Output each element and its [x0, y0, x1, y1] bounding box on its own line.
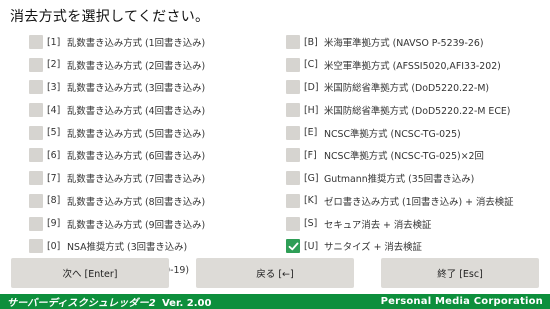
company-name: Personal Media Corporation [380, 296, 543, 307]
option-b[interactable]: [B] 米海軍準拠方式 (NAVSO P-5239-26) [286, 31, 546, 53]
option-label: ゼロ書き込み方式 (1回書き込み) + 消去検証 [324, 196, 514, 208]
option-label: 米空軍準拠方式 (AFSSI5020,AFI33-202) [324, 60, 501, 72]
checkbox[interactable] [286, 148, 300, 163]
version-label: Ver. 2.00 [161, 298, 212, 309]
checkbox[interactable] [29, 80, 43, 95]
option-0[interactable]: [0] NSA推奨方式 (3回書き込み) [29, 235, 279, 257]
option-key: [6] [47, 149, 61, 161]
option-label: NSA推奨方式 (3回書き込み) [67, 242, 188, 254]
checkbox[interactable] [29, 239, 43, 254]
option-s[interactable]: [S] セキュア消去 + 消去検証 [286, 213, 546, 235]
footer-bar: サーバーディスクシュレッダー2 Ver. 2.00 Personal Media… [0, 294, 550, 309]
option-label: NCSC準拠方式 (NCSC-TG-025) [324, 128, 461, 140]
option-label: 乱数書き込み方式 (3回書き込み) [67, 83, 206, 95]
checkbox[interactable] [286, 125, 300, 140]
option-k[interactable]: [K] ゼロ書き込み方式 (1回書き込み) + 消去検証 [286, 190, 546, 212]
option-key: [1] [47, 36, 61, 48]
checkbox[interactable] [29, 216, 43, 231]
page-title: 消去方式を選択してください。 [10, 9, 210, 25]
option-key: [C] [304, 59, 318, 71]
option-label: 乱数書き込み方式 (6回書き込み) [67, 151, 206, 163]
option-key: [S] [304, 218, 318, 229]
checkbox[interactable] [286, 103, 300, 118]
checkbox[interactable] [286, 80, 300, 95]
option-label: 米海軍準拠方式 (NAVSO P-5239-26) [324, 38, 484, 49]
checkbox[interactable] [29, 57, 43, 72]
option-key: [U] [304, 240, 319, 252]
option-label: 乱数書き込み方式 (5回書き込み) [67, 128, 206, 140]
option-key: [F] [304, 149, 317, 161]
option-2[interactable]: [2] 乱数書き込み方式 (2回書き込み) [29, 54, 279, 76]
option-label: 乱数書き込み方式 (8回書き込み) [67, 196, 206, 208]
option-e[interactable]: [E] NCSC準拠方式 (NCSC-TG-025) [286, 122, 546, 144]
option-key: [E] [304, 127, 318, 139]
checkbox-checked[interactable] [286, 239, 300, 254]
option-key: [D] [304, 81, 319, 93]
checkbox[interactable] [286, 57, 300, 72]
option-key: [B] [304, 36, 318, 48]
option-c[interactable]: [C] 米空軍準拠方式 (AFSSI5020,AFI33-202) [286, 54, 546, 76]
option-label: 乱数書き込み方式 (4回書き込み) [67, 106, 206, 118]
option-label: Gutmann推奨方式 (35回書き込み) [324, 174, 475, 186]
option-label: セキュア消去 + 消去検証 [324, 219, 432, 231]
checkbox[interactable] [29, 171, 43, 186]
option-f[interactable]: [F] NCSC準拠方式 (NCSC-TG-025)×2回 [286, 144, 546, 166]
option-key: [3] [47, 81, 61, 93]
exit-button[interactable]: 終了 [Esc] [381, 258, 539, 288]
checkbox[interactable] [29, 193, 43, 208]
option-5[interactable]: [5] 乱数書き込み方式 (5回書き込み) [29, 122, 279, 144]
option-d[interactable]: [D] 米国防総省準拠方式 (DoD5220.22-M) [286, 76, 546, 98]
option-u[interactable]: [U] サニタイズ + 消去検証 [286, 235, 546, 257]
checkbox[interactable] [29, 103, 43, 118]
option-key: [7] [47, 172, 61, 184]
option-label: 乱数書き込み方式 (2回書き込み) [67, 60, 206, 72]
back-button[interactable]: 戻る [←] [196, 258, 354, 288]
option-label: 米国防総省準拠方式 (DoD5220.22-M ECE) [324, 106, 511, 118]
option-4[interactable]: [4] 乱数書き込み方式 (4回書き込み) [29, 99, 279, 121]
option-key: [H] [304, 104, 319, 116]
checkbox[interactable] [29, 125, 43, 140]
option-key: [2] [47, 59, 61, 71]
product-info: サーバーディスクシュレッダー2 Ver. 2.00 [7, 294, 211, 309]
checkbox[interactable] [286, 171, 300, 186]
option-key: [0] [47, 240, 61, 252]
product-name: サーバーディスクシュレッダー2 [7, 298, 156, 309]
checkbox[interactable] [286, 193, 300, 208]
checkbox[interactable] [286, 216, 300, 231]
option-key: [G] [304, 172, 319, 184]
option-key: [8] [47, 195, 61, 207]
option-g[interactable]: [G] Gutmann推奨方式 (35回書き込み) [286, 167, 546, 189]
option-8[interactable]: [8] 乱数書き込み方式 (8回書き込み) [29, 190, 279, 212]
option-label: 乱数書き込み方式 (7回書き込み) [67, 174, 206, 186]
option-key: [5] [47, 127, 61, 139]
option-label: 乱数書き込み方式 (1回書き込み) [67, 38, 206, 49]
option-label: NCSC準拠方式 (NCSC-TG-025)×2回 [324, 151, 484, 163]
option-h[interactable]: [H] 米国防総省準拠方式 (DoD5220.22-M ECE) [286, 99, 546, 121]
option-key: [9] [47, 218, 61, 229]
option-3[interactable]: [3] 乱数書き込み方式 (3回書き込み) [29, 76, 279, 98]
option-label: 米国防総省準拠方式 (DoD5220.22-M) [324, 83, 490, 95]
checkbox[interactable] [29, 35, 43, 49]
checkbox[interactable] [29, 148, 43, 163]
option-key: [K] [304, 195, 318, 207]
option-6[interactable]: [6] 乱数書き込み方式 (6回書き込み) [29, 144, 279, 166]
option-label: サニタイズ + 消去検証 [324, 242, 422, 254]
option-1[interactable]: [1] 乱数書き込み方式 (1回書き込み) [29, 31, 279, 53]
options-left-column: [1] 乱数書き込み方式 (1回書き込み) [2] 乱数書き込み方式 (2回書き込み… [29, 31, 279, 281]
option-7[interactable]: [7] 乱数書き込み方式 (7回書き込み) [29, 167, 279, 189]
checkbox[interactable] [286, 35, 300, 49]
option-key: [4] [47, 104, 61, 116]
options-right-column: [B] 米海軍準拠方式 (NAVSO P-5239-26) [C] 米空軍準拠方式 … [286, 31, 546, 258]
option-9[interactable]: [9] 乱数書き込み方式 (9回書き込み) [29, 213, 279, 235]
option-label: 乱数書き込み方式 (9回書き込み) [67, 219, 206, 231]
checkmark-icon [288, 242, 298, 250]
next-button[interactable]: 次へ [Enter] [11, 258, 169, 288]
